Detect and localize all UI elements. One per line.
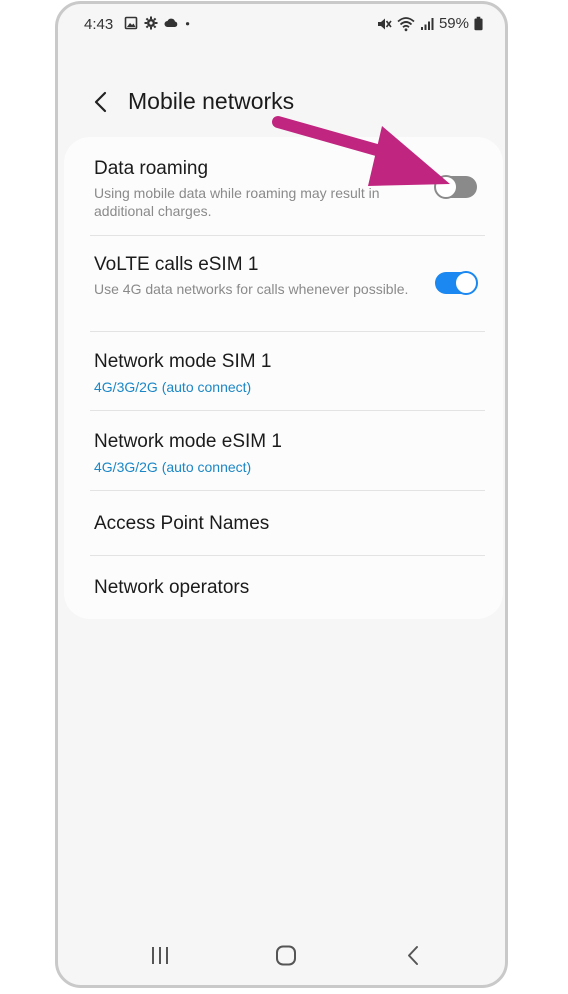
divider (90, 235, 485, 236)
network-mode-sim1-value: 4G/3G/2G (auto connect) (94, 379, 252, 395)
dot-icon (185, 22, 190, 26)
wifi-icon (397, 16, 415, 31)
battery-icon (474, 16, 483, 31)
divider (90, 331, 485, 332)
network-operators-title: Network operators (94, 577, 250, 598)
status-time: 4:43 (84, 16, 114, 33)
data-roaming-row[interactable]: Data roaming Using mobile data while roa… (94, 157, 488, 220)
header: Mobile networks (58, 82, 505, 122)
page-title: Mobile networks (128, 88, 295, 114)
home-button[interactable] (272, 943, 300, 969)
network-mode-esim1-title: Network mode eSIM 1 (94, 431, 282, 452)
data-roaming-toggle[interactable] (434, 175, 477, 199)
volte-toggle[interactable] (435, 271, 478, 295)
network-mode-esim1-row[interactable]: Network mode eSIM 1 4G/3G/2G (auto conne… (94, 430, 488, 476)
mute-icon (377, 18, 392, 29)
nav-back-button[interactable] (400, 943, 428, 969)
signal-icon (420, 17, 434, 30)
back-button[interactable] (88, 86, 114, 118)
volte-row[interactable]: VoLTE calls eSIM 1 Use 4G data networks … (94, 253, 488, 298)
toggle-knob (454, 271, 478, 295)
cloud-icon (164, 18, 178, 27)
network-operators-row[interactable]: Network operators (94, 576, 488, 600)
phone-frame: 4:43 59% Mobile networks Data roaming Us… (55, 1, 508, 988)
toggle-knob (434, 175, 458, 199)
data-roaming-title: Data roaming (94, 158, 209, 179)
data-roaming-description: Using mobile data while roaming may resu… (94, 185, 380, 219)
chevron-left-icon (94, 91, 107, 113)
battery-percent: 59% (438, 15, 469, 32)
divider (90, 490, 485, 491)
volte-description: Use 4G data networks for calls whenever … (94, 281, 409, 297)
network-mode-esim1-value: 4G/3G/2G (auto connect) (94, 459, 252, 475)
network-mode-sim1-title: Network mode SIM 1 (94, 351, 272, 372)
recents-icon (152, 947, 168, 964)
navigation-bar (58, 935, 505, 975)
back-icon (408, 946, 418, 965)
image-icon (124, 16, 138, 30)
access-point-names-row[interactable]: Access Point Names (94, 512, 488, 536)
access-point-names-title: Access Point Names (94, 513, 270, 534)
network-mode-sim1-row[interactable]: Network mode SIM 1 4G/3G/2G (auto connec… (94, 350, 488, 396)
divider (90, 410, 485, 411)
divider (90, 555, 485, 556)
settings-card: Data roaming Using mobile data while roa… (64, 137, 503, 619)
status-right: 59% (376, 15, 483, 32)
status-left-icons (124, 16, 194, 30)
home-icon (276, 945, 296, 966)
gear-icon (144, 16, 158, 30)
status-bar: 4:43 59% (58, 4, 505, 44)
recents-button[interactable] (146, 943, 174, 969)
volte-title: VoLTE calls eSIM 1 (94, 254, 259, 275)
